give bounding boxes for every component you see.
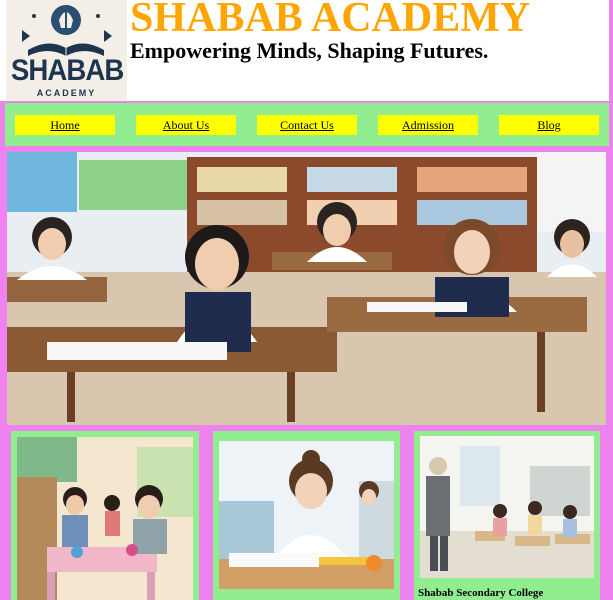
academy-logo[interactable]: SHABAB ACADEMY: [6, 0, 127, 101]
nav-about-us-link[interactable]: About Us: [136, 115, 236, 135]
book-lightbulb-icon: [22, 5, 112, 56]
nav-home-link[interactable]: Home: [15, 115, 115, 135]
site-header: SHABAB ACADEMY SHABAB ACADEMY Empowering…: [0, 0, 609, 101]
preschool-illustration: [17, 437, 193, 600]
gallery-card-secondary: Shabab Secondary College: [414, 431, 600, 600]
preschool-photo: [17, 437, 193, 600]
secondary-college-photo: [420, 436, 594, 578]
secondary-classroom-illustration: [420, 436, 594, 578]
site-tagline: Empowering Minds, Shaping Futures.: [130, 38, 489, 63]
card-caption-secondary-college: Shabab Secondary College: [418, 587, 544, 599]
nav-blog-link[interactable]: Blog: [499, 115, 599, 135]
logo-subtext: ACADEMY: [36, 88, 97, 98]
site-title: SHABAB ACADEMY: [130, 0, 531, 41]
primary-student-photo: [219, 441, 394, 589]
main-navigation: Home About Us Contact Us Admission Blog: [5, 103, 609, 146]
nav-admission-link[interactable]: Admission: [378, 115, 478, 135]
logo-text: SHABAB: [10, 54, 124, 87]
classroom-illustration: [7, 152, 606, 425]
gallery-card-preschool: [11, 431, 199, 600]
hero-classroom-image: [7, 152, 606, 425]
student-studying-illustration: [219, 441, 394, 589]
nav-contact-us-link[interactable]: Contact Us: [257, 115, 357, 135]
gallery-card-primary: [213, 431, 400, 600]
